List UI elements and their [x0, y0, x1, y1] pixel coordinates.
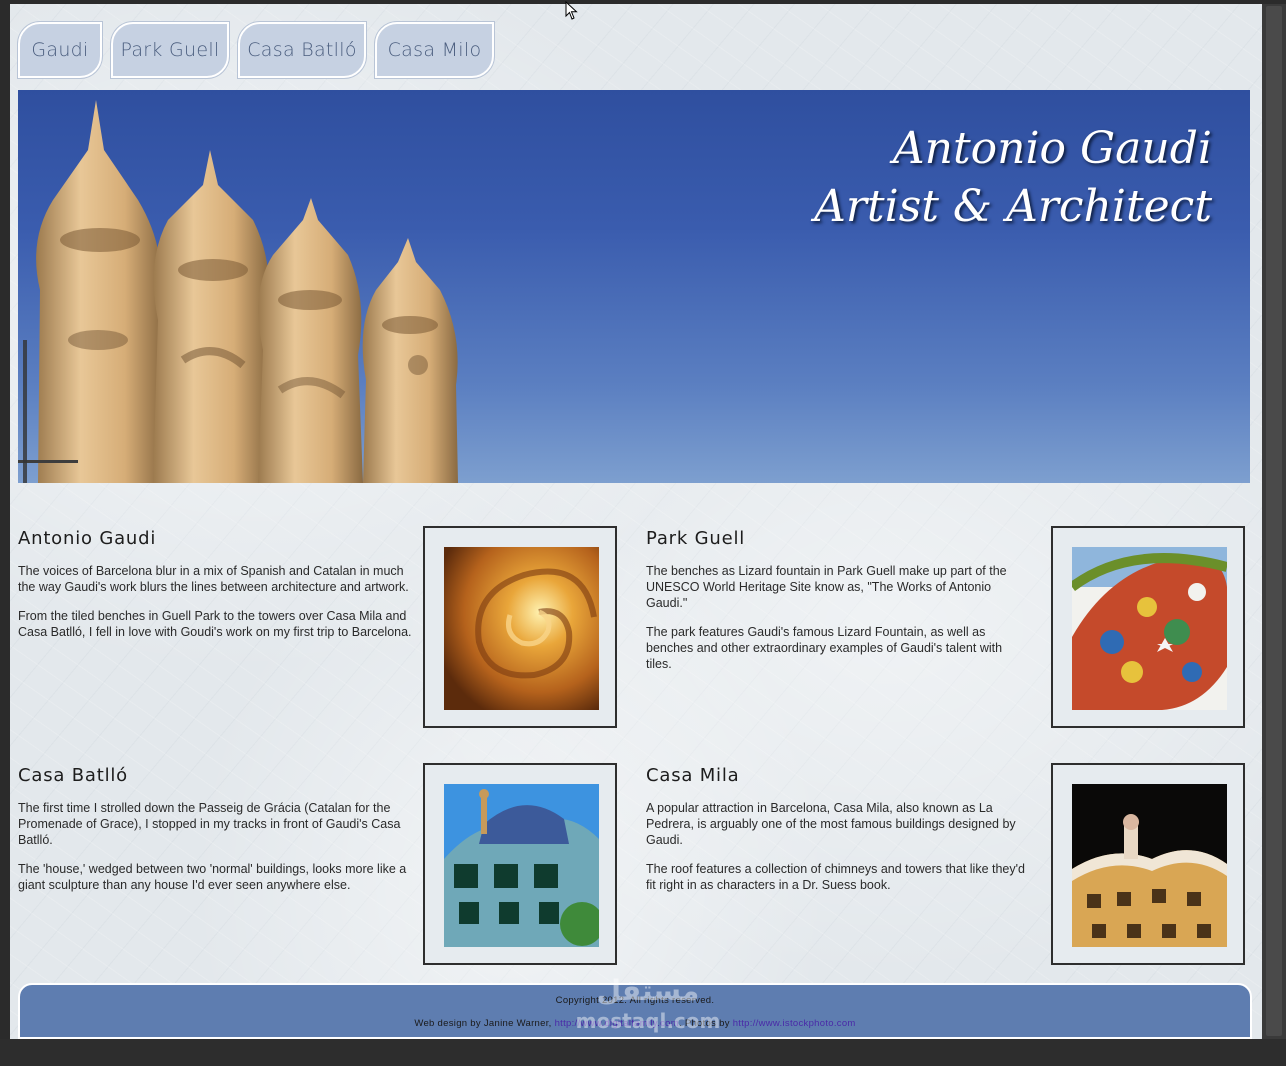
- article-heading: Casa Batlló: [18, 765, 128, 786]
- casa-mila-image: [1072, 784, 1227, 947]
- article-paragraph: The benches as Lizard fountain in Park G…: [646, 564, 1007, 610]
- article-heading: Park Guell: [646, 528, 746, 549]
- article-paragraph: A popular attraction in Barcelona, Casa …: [646, 801, 1016, 847]
- tab-casa-batllo[interactable]: Casa Batlló: [238, 22, 366, 78]
- watermark-latin: mostaql.com: [575, 1009, 721, 1033]
- photo-frame: [1051, 763, 1245, 965]
- article-heading: Casa Mila: [646, 765, 740, 786]
- photo-frame: [1051, 526, 1245, 728]
- article-heading: Antonio Gaudi: [18, 528, 157, 549]
- photo-frame: [423, 763, 617, 965]
- tab-casa-milo[interactable]: Casa Milo: [375, 22, 494, 78]
- hero-title: Antonio Gaudi Artist & Architect: [814, 120, 1212, 236]
- article-paragraph: The roof features a collection of chimne…: [646, 862, 1025, 892]
- article-casa-batllo: Casa Batlló The first time I strolled do…: [18, 765, 418, 906]
- article-paragraph: The voices of Barcelona blur in a mix of…: [18, 564, 409, 594]
- chimney-sculptures-image: [18, 100, 458, 483]
- hero-title-line2: Artist & Architect: [814, 181, 1212, 232]
- window-bottom-edge: [0, 1039, 1286, 1066]
- watermark-arabic: مستقل: [596, 974, 700, 1007]
- tab-park-guell[interactable]: Park Guell: [111, 22, 229, 78]
- casa-batllo-image: [444, 784, 599, 947]
- hero-title-line1: Antonio Gaudi: [892, 123, 1212, 174]
- mouse-cursor-icon: [565, 1, 578, 20]
- photo-frame: [423, 526, 617, 728]
- istockphoto-link[interactable]: http://www.istockphoto.com: [733, 1018, 856, 1029]
- credit-prefix: Web design by Janine Warner,: [414, 1018, 552, 1029]
- article-casa-mila: Casa Mila A popular attraction in Barcel…: [646, 765, 1036, 906]
- tab-gaudi[interactable]: Gaudi: [18, 22, 102, 78]
- spiral-staircase-image: [444, 547, 599, 710]
- scrollbar-thumb[interactable]: [1266, 6, 1282, 1036]
- lizard-mosaic-image: [1072, 547, 1227, 710]
- article-paragraph: The first time I strolled down the Passe…: [18, 801, 401, 847]
- article-park-guell: Park Guell The benches as Lizard fountai…: [646, 528, 1031, 685]
- article-paragraph: The park features Gaudi's famous Lizard …: [646, 625, 1003, 671]
- mostaql-watermark: مستقل mostaql.com: [568, 974, 728, 1033]
- article-antonio-gaudi: Antonio Gaudi The voices of Barcelona bl…: [18, 528, 418, 653]
- article-paragraph: The 'house,' wedged between two 'normal'…: [18, 862, 407, 892]
- article-paragraph: From the tiled benches in Guell Park to …: [18, 609, 412, 639]
- hero-banner: Antonio Gaudi Artist & Architect: [18, 90, 1250, 483]
